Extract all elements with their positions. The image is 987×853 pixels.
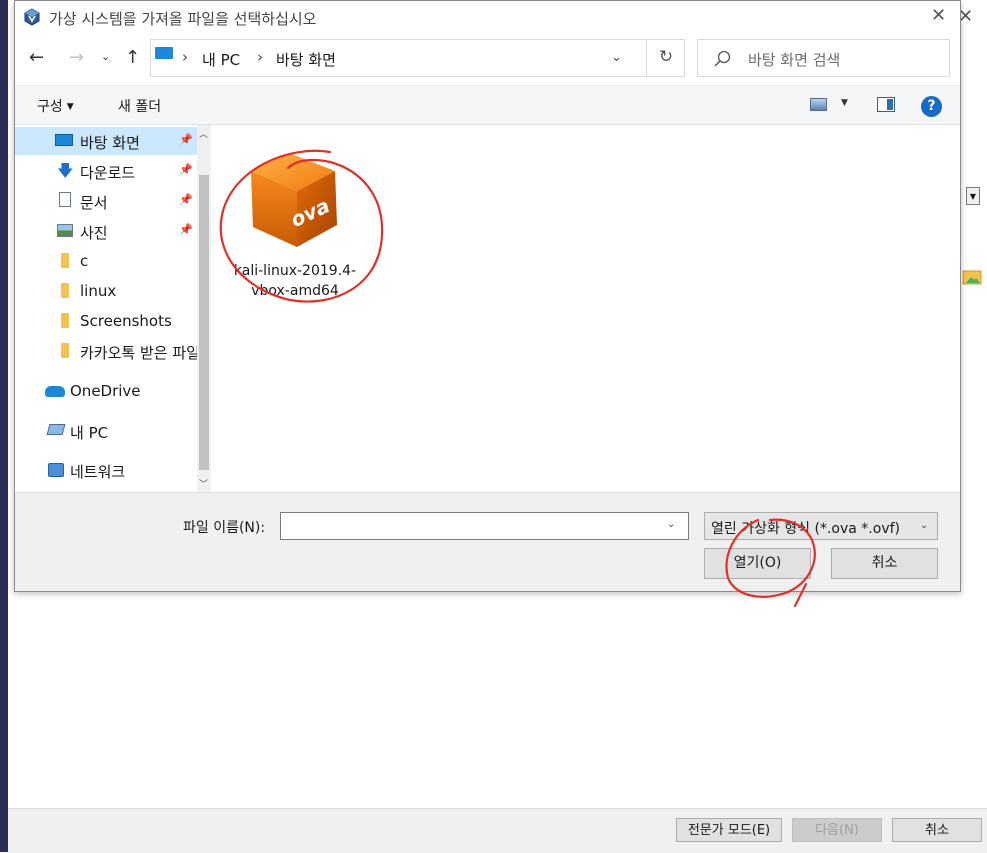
sidebar-item-label: 바탕 화면 xyxy=(80,134,140,152)
filename-input[interactable] xyxy=(280,512,689,540)
pictures-icon xyxy=(57,224,73,237)
sidebar-scrollbar[interactable]: ︿ ﹀ xyxy=(197,125,211,492)
this-pc-icon xyxy=(46,424,66,435)
file-name: kali-linux-2019.4-vbox-amd64 xyxy=(233,263,357,299)
this-pc-icon xyxy=(155,47,173,59)
sidebar-item-label: 카카오톡 받은 파일 xyxy=(80,344,198,362)
ova-file-icon: ova xyxy=(239,147,353,265)
search-box[interactable]: 바탕 화면 검색 xyxy=(697,39,950,77)
chevron-down-icon: ⌄ xyxy=(920,520,929,531)
search-icon xyxy=(712,49,732,73)
caret-down-icon: ▼ xyxy=(66,102,74,112)
file-list: ova kali-linux-2019.4-vbox-amd64 xyxy=(211,125,960,492)
sidebar-item-label: 다운로드 xyxy=(80,164,136,182)
breadcrumb-separator-icon[interactable]: › xyxy=(182,48,188,66)
file-open-dialog: 가상 시스템을 가져올 파일을 선택하십시오 ✕ ← → ⌄ ↑ › 내 PC … xyxy=(14,0,961,592)
folder-icon xyxy=(61,343,69,358)
close-icon[interactable]: ✕ xyxy=(931,5,946,26)
breadcrumb-separator-icon[interactable]: › xyxy=(257,48,263,66)
change-view-icon[interactable] xyxy=(810,98,827,111)
sidebar-item-pictures[interactable]: 사진 📌 xyxy=(15,217,205,245)
sidebar-item-network[interactable]: 네트워크 xyxy=(15,456,205,484)
help-icon[interactable]: ? xyxy=(921,96,942,117)
dialog-title: 가상 시스템을 가져올 파일을 선택하십시오 xyxy=(49,10,317,28)
search-placeholder: 바탕 화면 검색 xyxy=(748,51,841,69)
pin-icon: 📌 xyxy=(179,193,193,206)
preview-pane-icon[interactable] xyxy=(877,97,895,112)
command-toolbar: 구성 ▼ 새 폴더 ▼ ? xyxy=(15,85,960,125)
sidebar-item-desktop[interactable]: 바탕 화면 📌 xyxy=(15,127,205,155)
next-button[interactable]: 다음(N) xyxy=(792,818,882,842)
file-item-ova[interactable]: ova kali-linux-2019.4-vbox-amd64 xyxy=(231,139,361,309)
sidebar-item-label: c xyxy=(80,252,89,270)
background-folder-icon[interactable] xyxy=(962,268,982,290)
sidebar-item-folder-linux[interactable]: linux xyxy=(15,277,205,305)
navigation-bar: ← → ⌄ ↑ › 내 PC › 바탕 화면 ⌄ ↻ 바탕 화면 검색 xyxy=(15,33,960,85)
dialog-footer: 파일 이름(N): ⌄ 열린 가상화 형식 (*.ova *.ovf) ⌄ 열기… xyxy=(15,492,960,591)
virtualbox-icon xyxy=(23,8,41,30)
wizard-cancel-button[interactable]: 취소 xyxy=(892,818,982,842)
view-options-caret-icon[interactable]: ▼ xyxy=(841,98,848,108)
pin-icon: 📌 xyxy=(179,163,193,176)
folder-icon xyxy=(61,253,69,268)
sidebar-item-label: 내 PC xyxy=(70,424,109,442)
forward-arrow-icon[interactable]: → xyxy=(69,47,84,68)
background-combo-arrow-icon[interactable]: ▼ xyxy=(966,187,980,205)
filename-history-chevron-icon[interactable]: ⌄ xyxy=(667,519,675,530)
background-window-edge xyxy=(0,0,8,852)
navigation-pane: 바탕 화면 📌 🡇 다운로드 📌 문서 📌 사진 📌 c linux Scree… xyxy=(15,125,211,492)
folder-icon xyxy=(61,313,69,328)
breadcrumb-this-pc[interactable]: 내 PC xyxy=(202,49,240,70)
refresh-icon[interactable]: ↻ xyxy=(646,39,685,77)
sidebar-item-folder-kakaotalk[interactable]: 카카오톡 받은 파일 xyxy=(15,337,205,365)
network-icon xyxy=(48,463,64,477)
onedrive-icon xyxy=(45,386,65,397)
breadcrumb-desktop[interactable]: 바탕 화면 xyxy=(276,49,336,70)
file-type-select[interactable]: 열린 가상화 형식 (*.ova *.ovf) ⌄ xyxy=(704,512,938,540)
back-arrow-icon[interactable]: ← xyxy=(29,47,44,68)
sidebar-item-this-pc[interactable]: 내 PC xyxy=(15,417,205,445)
download-icon: 🡇 xyxy=(57,161,74,180)
desktop-icon xyxy=(55,134,73,146)
sidebar-item-label: 사진 xyxy=(80,224,108,242)
sidebar-item-label: 네트워크 xyxy=(70,463,126,481)
folder-icon xyxy=(61,283,69,298)
file-type-value: 열린 가상화 형식 (*.ova *.ovf) xyxy=(711,521,900,537)
sidebar-item-downloads[interactable]: 🡇 다운로드 📌 xyxy=(15,157,205,185)
new-folder-button[interactable]: 새 폴더 xyxy=(118,96,161,116)
sidebar-item-label: 문서 xyxy=(80,194,108,212)
organize-menu[interactable]: 구성 ▼ xyxy=(37,96,74,116)
up-arrow-icon[interactable]: ↑ xyxy=(125,47,140,68)
recent-locations-chevron-icon[interactable]: ⌄ xyxy=(101,50,110,63)
sidebar-item-folder-screenshots[interactable]: Screenshots xyxy=(15,307,205,335)
sidebar-item-label: linux xyxy=(80,282,117,300)
filename-label: 파일 이름(N): xyxy=(183,520,266,536)
open-button[interactable]: 열기(O) xyxy=(704,548,811,579)
sidebar-item-label: Screenshots xyxy=(80,312,172,330)
scroll-up-chevron-icon[interactable]: ︿ xyxy=(199,127,208,140)
cancel-button[interactable]: 취소 xyxy=(831,548,938,579)
sidebar-item-label: OneDrive xyxy=(70,382,141,400)
scroll-down-chevron-icon[interactable]: ﹀ xyxy=(199,477,208,490)
pin-icon: 📌 xyxy=(179,223,193,236)
dialog-titlebar: 가상 시스템을 가져올 파일을 선택하십시오 ✕ xyxy=(15,1,960,33)
sidebar-item-onedrive[interactable]: OneDrive xyxy=(15,377,205,405)
expert-mode-button[interactable]: 전문가 모드(E) xyxy=(676,818,782,842)
address-dropdown-chevron-icon[interactable]: ⌄ xyxy=(611,50,622,65)
sidebar-item-folder-c[interactable]: c xyxy=(15,247,205,275)
scrollbar-thumb[interactable] xyxy=(199,175,209,470)
pin-icon: 📌 xyxy=(179,133,193,146)
document-icon xyxy=(59,192,71,207)
address-bar[interactable]: › 내 PC › 바탕 화면 ⌄ xyxy=(150,39,685,77)
sidebar-item-documents[interactable]: 문서 📌 xyxy=(15,187,205,215)
